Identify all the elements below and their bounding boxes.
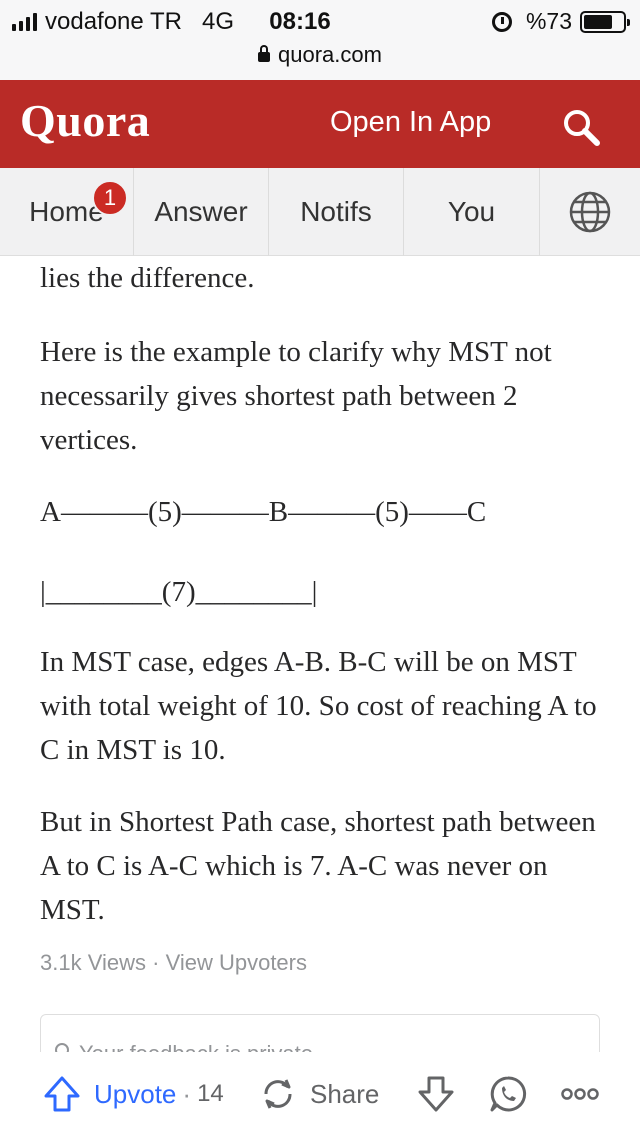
downvote-arrow-icon [418, 1076, 454, 1112]
nav-tabs: Home 1 Answer Notifs You [0, 168, 640, 256]
network-type: 4G [201, 8, 234, 35]
status-left: vodafone TR 4G [12, 8, 234, 36]
feedback-icon [55, 1043, 69, 1052]
paragraph: Here is the example to clarify why MST n… [40, 336, 552, 456]
status-right: %73 [491, 8, 630, 35]
action-bar: Upvote · 14 Share [0, 1052, 640, 1136]
tab-language[interactable] [540, 168, 640, 256]
share-icon [264, 1079, 292, 1109]
more-dots-icon [561, 1088, 599, 1100]
more-options-button[interactable] [560, 1074, 600, 1114]
signal-icon [12, 13, 37, 31]
search-icon [564, 110, 600, 146]
globe-icon [569, 191, 611, 233]
feedback-placeholder: Your feedback is private [79, 1041, 313, 1052]
battery-fill [584, 14, 612, 29]
tab-you-label: You [447, 196, 496, 227]
paragraph-graph-line: A———(5)———B———(5)——C [40, 496, 487, 528]
paragraph: lies the difference. [40, 262, 255, 294]
alarm-icon [491, 11, 512, 32]
open-in-app-button[interactable]: Open In App [330, 106, 491, 139]
address-bar[interactable]: quora.com [0, 42, 640, 68]
clock-text: 08:16 [269, 8, 331, 35]
view-upvoters-link[interactable]: View Upvoters [166, 950, 307, 975]
battery-icon [580, 10, 630, 33]
whatsapp-share-button[interactable] [488, 1074, 528, 1114]
url-text: quora.com [278, 42, 382, 67]
status-bar: vodafone TR 4G 08:16 %73 quora.com [0, 0, 640, 80]
upvote-arrow-icon [44, 1076, 80, 1112]
tab-notifs[interactable]: Notifs [269, 168, 404, 256]
search-button[interactable] [560, 106, 604, 150]
downvote-button[interactable] [416, 1074, 456, 1114]
feedback-box[interactable]: Your feedback is private [40, 1014, 600, 1052]
tab-answer[interactable]: Answer [134, 168, 269, 256]
battery-percent: %73 [525, 8, 572, 34]
upvote-button[interactable]: Upvote · 14 [42, 1074, 224, 1114]
carrier-name: vodafone TR [45, 8, 182, 35]
whatsapp-icon [490, 1076, 527, 1112]
tab-notifs-label: Notifs [300, 196, 372, 227]
upvote-count: 14 [197, 1080, 224, 1107]
share-button[interactable]: Share [258, 1074, 379, 1114]
views-count: 3.1k Views [40, 950, 146, 975]
paragraph-graph-line: |________(7)________| [40, 576, 318, 608]
answer-stats: 3.1k Views · View Upvoters [40, 950, 307, 976]
upvote-label: Upvote [94, 1078, 177, 1109]
share-label: Share [310, 1078, 380, 1109]
paragraph: But in Shortest Path case, shortest path… [40, 806, 596, 926]
tab-you[interactable]: You [404, 168, 540, 256]
notification-badge: 1 [92, 180, 128, 216]
paragraph: In MST case, edges A-B. B-C will be on M… [40, 646, 597, 766]
site-header: Quora Open In App [0, 80, 640, 168]
tab-answer-label: Answer [154, 196, 248, 227]
quora-logo[interactable]: Quora [20, 94, 150, 147]
tab-home[interactable]: Home 1 [0, 168, 134, 256]
upvote-separator: · [182, 1078, 192, 1109]
stats-separator: · [152, 950, 160, 975]
answer-content: lies the difference. Here is the example… [0, 256, 640, 1052]
lock-icon [258, 45, 271, 62]
